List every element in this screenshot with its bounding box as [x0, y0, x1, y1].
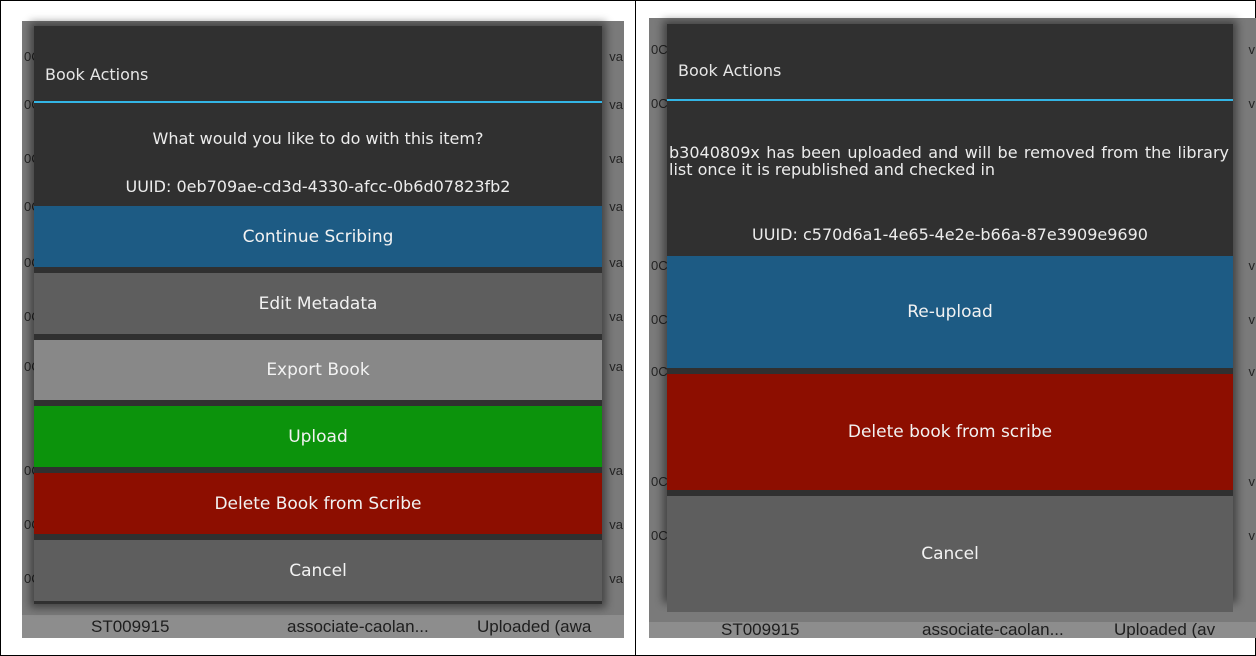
right-panel: 0C v 0C v 0C v 0C v 0C v 0C v 0C v ST009915 ass…	[636, 1, 1256, 656]
row-id: ST009915	[721, 622, 800, 638]
table-row[interactable]: ST009915 associate-caolan... Uploaded (a…	[649, 622, 1256, 638]
edit-metadata-button[interactable]: Edit Metadata	[34, 273, 602, 334]
title-divider	[34, 101, 602, 103]
comparison-table: 0C va 0C va 0C va 0C va 0C va 0C va 0C va 0C va …	[0, 0, 1256, 656]
row-name: associate-caolan...	[922, 622, 1064, 638]
row-status: Uploaded (av	[1114, 622, 1216, 638]
book-actions-dialog: Book Actions b3040809x has been uploaded…	[667, 24, 1233, 612]
uuid-label: UUID: 0eb709ae-cd3d-4330-afcc-0b6d07823f…	[125, 177, 511, 196]
row-id: ST009915	[91, 617, 170, 636]
upload-button[interactable]: Upload	[34, 406, 602, 467]
row-name: associate-caolan...	[287, 617, 429, 636]
delete-book-button[interactable]: Delete Book from Scribe	[34, 473, 602, 534]
row-status: Uploaded (awa	[477, 617, 592, 636]
book-actions-dialog: Book Actions What would you like to do w…	[34, 26, 602, 604]
title-divider	[667, 99, 1233, 101]
dialog-title: Book Actions	[45, 65, 149, 84]
dialog-question: What would you like to do with this item…	[152, 129, 484, 148]
continue-scribing-button[interactable]: Continue Scribing	[34, 206, 602, 267]
table-row[interactable]: ST009915 associate-caolan... Uploaded (a…	[22, 615, 624, 638]
delete-book-button[interactable]: Delete book from scribe	[667, 374, 1233, 490]
export-book-button[interactable]: Export Book	[34, 340, 602, 400]
uuid-label: UUID: c570d6a1-4e65-4e2e-b66a-87e3909e96…	[752, 225, 1148, 244]
cancel-button[interactable]: Cancel	[34, 540, 602, 601]
dialog-message: b3040809x has been uploaded and will be …	[669, 143, 1229, 179]
left-panel: 0C va 0C va 0C va 0C va 0C va 0C va 0C va 0C va …	[0, 1, 636, 656]
reupload-button[interactable]: Re-upload	[667, 256, 1233, 368]
dialog-title: Book Actions	[678, 61, 782, 80]
cancel-button[interactable]: Cancel	[667, 496, 1233, 612]
